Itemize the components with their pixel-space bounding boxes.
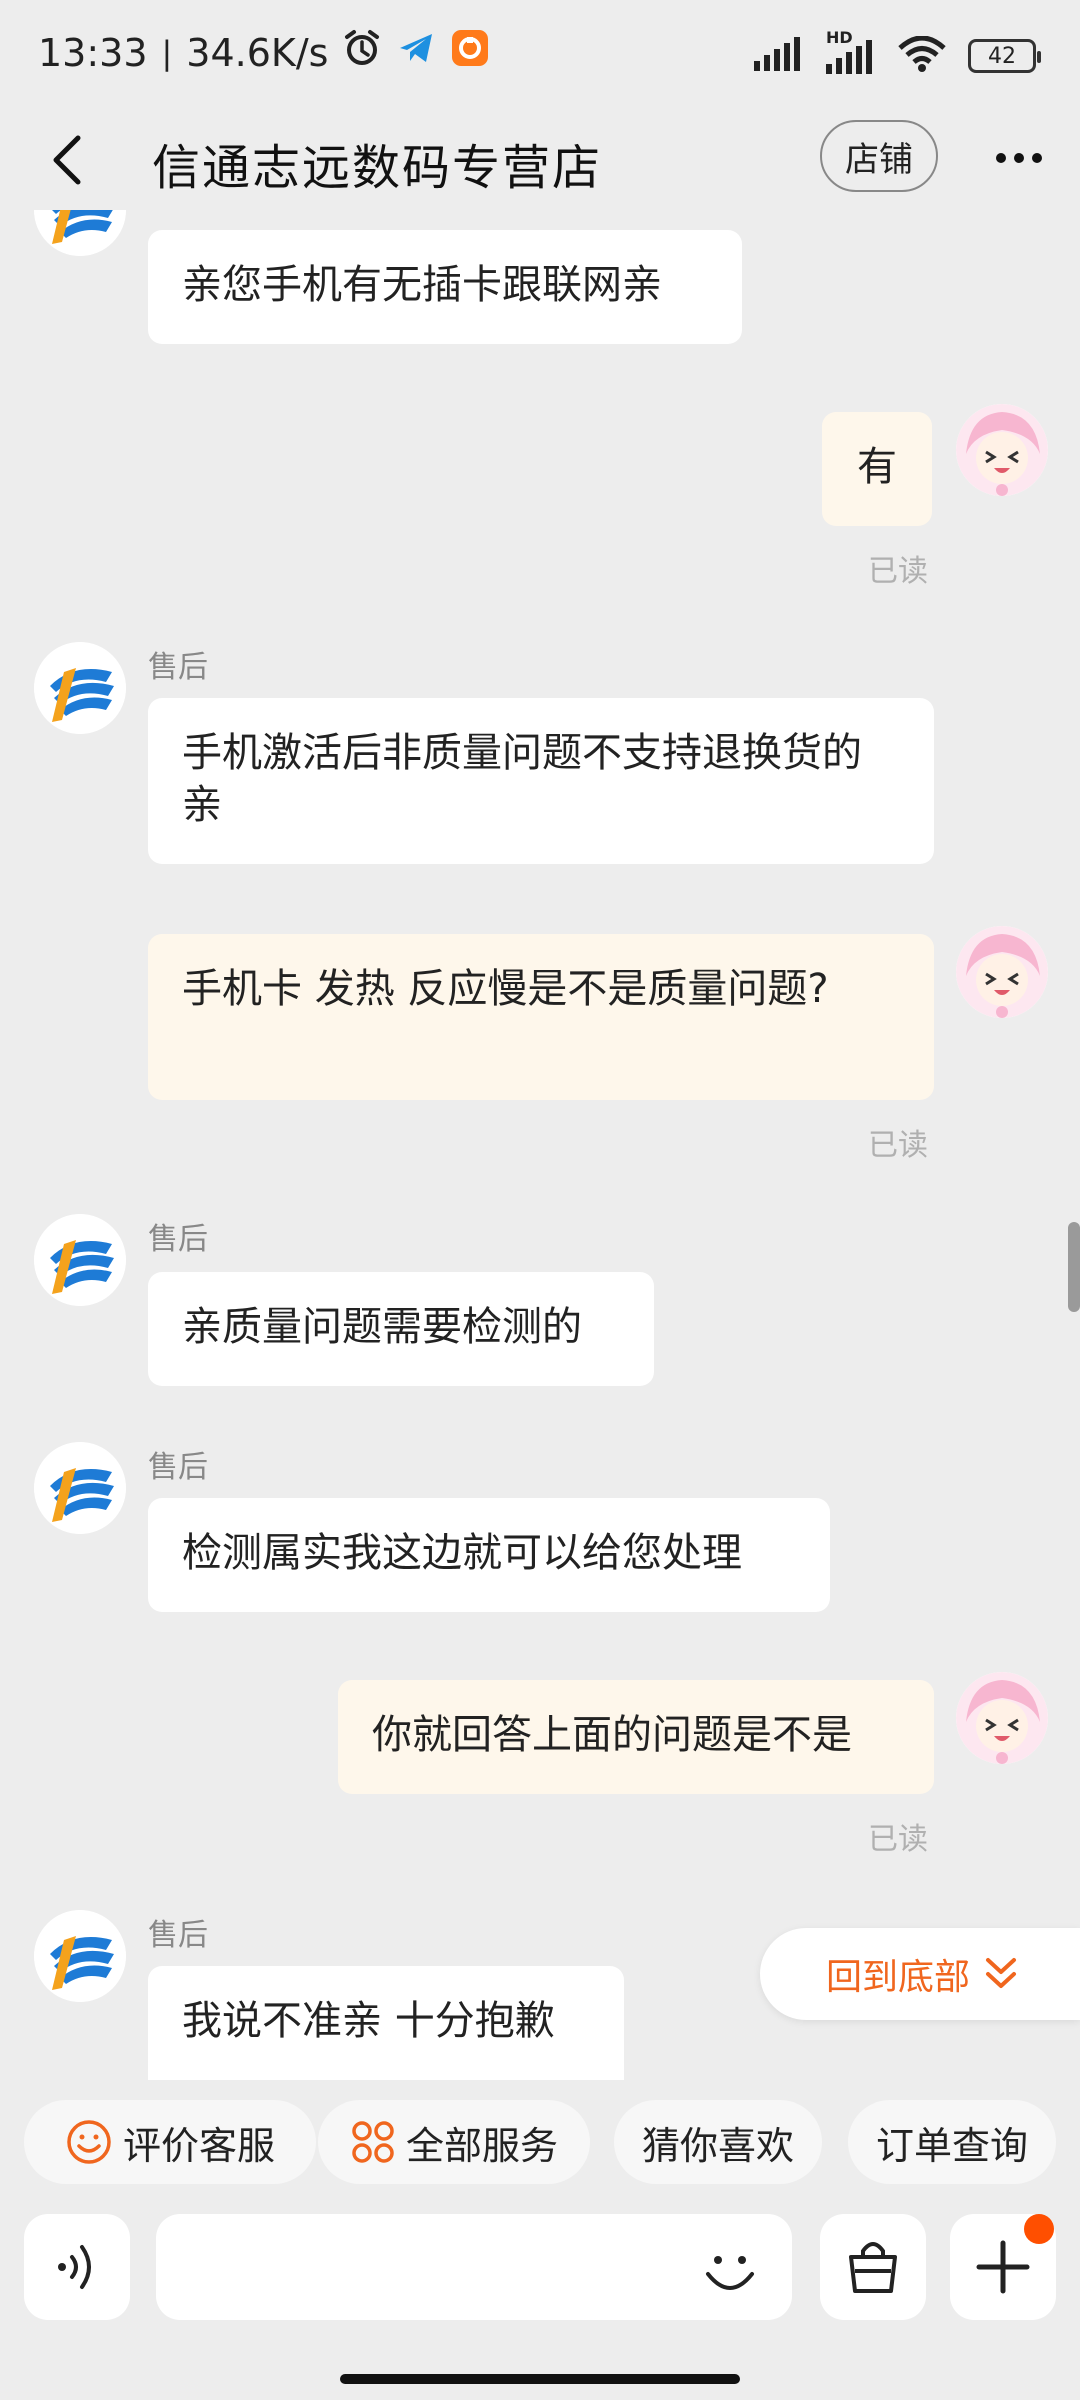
shop-avatar[interactable] [34,1214,126,1306]
shop-logo-icon [34,1442,126,1534]
back-to-bottom-label: 回到底部 [826,1957,971,1998]
home-indicator[interactable] [340,2374,740,2384]
message-list[interactable]: 亲您手机有无插卡跟联网亲 有 已读 售后 手机激活后非质量问题不支持退换货的亲 … [0,210,1080,2080]
message-text: 有 [857,444,897,490]
chip-label: 订单查询 [875,2123,1028,2168]
shop-logo-icon [34,1214,126,1306]
message-text: 检测属实我这边就可以给您处理 [182,1530,742,1576]
message-text: 亲质量问题需要检测的 [182,1304,582,1350]
message-text: 你就回答上面的问题是不是 [372,1712,852,1758]
shop-avatar[interactable] [34,1442,126,1534]
message-text: 亲您手机有无插卡跟联网亲 [182,262,662,308]
message-text: 我说不准亲 十分抱歉 [182,1998,555,2044]
telegram-icon [396,28,436,77]
message-input[interactable] [156,2214,792,2320]
anime-avatar-icon [956,1672,1048,1764]
my-avatar[interactable] [956,404,1048,496]
shopping-bag-button[interactable] [820,2214,926,2320]
sender-name: 售后 [148,1918,208,1953]
message-text: 手机卡 发热 反应慢是不是质量问题? [182,966,829,1012]
shop-title: 信通志远数码专营店 [152,140,603,196]
more-options-button[interactable] [994,138,1044,178]
emoji-icon [706,2256,754,2290]
my-message-bubble[interactable]: 你就回答上面的问题是不是 [338,1680,934,1794]
sender-name: 售后 [148,650,208,685]
app-notification-icon [450,28,490,77]
my-avatar[interactable] [956,926,1048,1018]
quick-action-bar: 评价客服 全部服务 猜你喜欢 订单查询 [0,2100,1080,2186]
signal-hd-icon: HD [826,28,876,78]
shop-message-bubble[interactable]: 亲质量问题需要检测的 [148,1272,654,1386]
status-right: HD 42 [754,28,1041,78]
shop-avatar[interactable] [34,210,126,256]
back-arrow-icon [53,135,81,185]
shop-button[interactable]: 店铺 [820,120,938,192]
all-services-chip[interactable]: 全部服务 [318,2100,590,2184]
shop-avatar[interactable] [34,642,126,734]
shop-avatar[interactable] [34,1910,126,2002]
read-status: 已读 [868,554,928,589]
alarm-icon [342,28,382,77]
status-separator: | [161,33,173,72]
shop-message-bubble[interactable]: 亲您手机有无插卡跟联网亲 [148,230,742,344]
voice-button[interactable] [24,2214,130,2320]
back-to-bottom-button[interactable]: 回到底部 [760,1928,1080,2020]
smile-icon [67,2120,111,2164]
status-left: 13:33 | 34.6K/s [38,28,490,77]
back-button[interactable] [40,130,100,190]
sender-name: 售后 [148,1450,208,1485]
hd-label: HD [826,28,853,47]
grid-icon [352,2121,394,2163]
signal-icon [754,37,804,75]
read-status: 已读 [868,1822,928,1857]
wifi-icon [898,35,946,76]
clock-time: 13:33 [38,30,148,75]
shop-logo-icon [34,1910,126,2002]
emoji-button[interactable] [700,2240,760,2300]
chip-label: 全部服务 [405,2123,558,2168]
battery-level: 42 [988,43,1016,69]
battery-indicator: 42 [968,39,1041,73]
read-status: 已读 [868,1128,928,1163]
shop-logo-icon [34,210,126,256]
input-bar [0,2210,1080,2320]
sender-name: 售后 [148,1222,208,1257]
message-text: 手机激活后非质量问题不支持退换货的亲 [182,730,862,828]
my-message-bubble[interactable]: 有 [822,412,932,526]
notification-dot [1024,2214,1054,2244]
double-chevron-down-icon [986,1958,1017,1988]
my-avatar[interactable] [956,1672,1048,1764]
chip-label: 评价客服 [122,2123,275,2168]
chat-header: 信通志远数码专营店 店铺 [0,110,1080,210]
status-bar: 13:33 | 34.6K/s HD 42 [0,0,1080,110]
rate-service-chip[interactable]: 评价客服 [24,2100,316,2184]
anime-avatar-icon [956,404,1048,496]
order-query-chip[interactable]: 订单查询 [848,2100,1056,2184]
shop-logo-icon [34,642,126,734]
plus-icon [976,2240,1030,2294]
guess-you-like-chip[interactable]: 猜你喜欢 [614,2100,822,2184]
shop-message-bubble[interactable]: 手机激活后非质量问题不支持退换货的亲 [148,698,934,864]
scrollbar-thumb[interactable] [1068,1222,1080,1312]
more-icon [996,153,1042,163]
anime-avatar-icon [956,926,1048,1018]
shop-message-bubble[interactable]: 检测属实我这边就可以给您处理 [148,1498,830,1612]
chip-label: 猜你喜欢 [641,2123,794,2168]
shopping-bag-icon [849,2242,897,2293]
my-message-bubble[interactable]: 手机卡 发热 反应慢是不是质量问题? [148,934,934,1100]
network-speed: 34.6K/s [186,30,329,75]
shop-message-bubble[interactable]: 我说不准亲 十分抱歉 [148,1966,624,2080]
voice-icon [58,2245,91,2289]
